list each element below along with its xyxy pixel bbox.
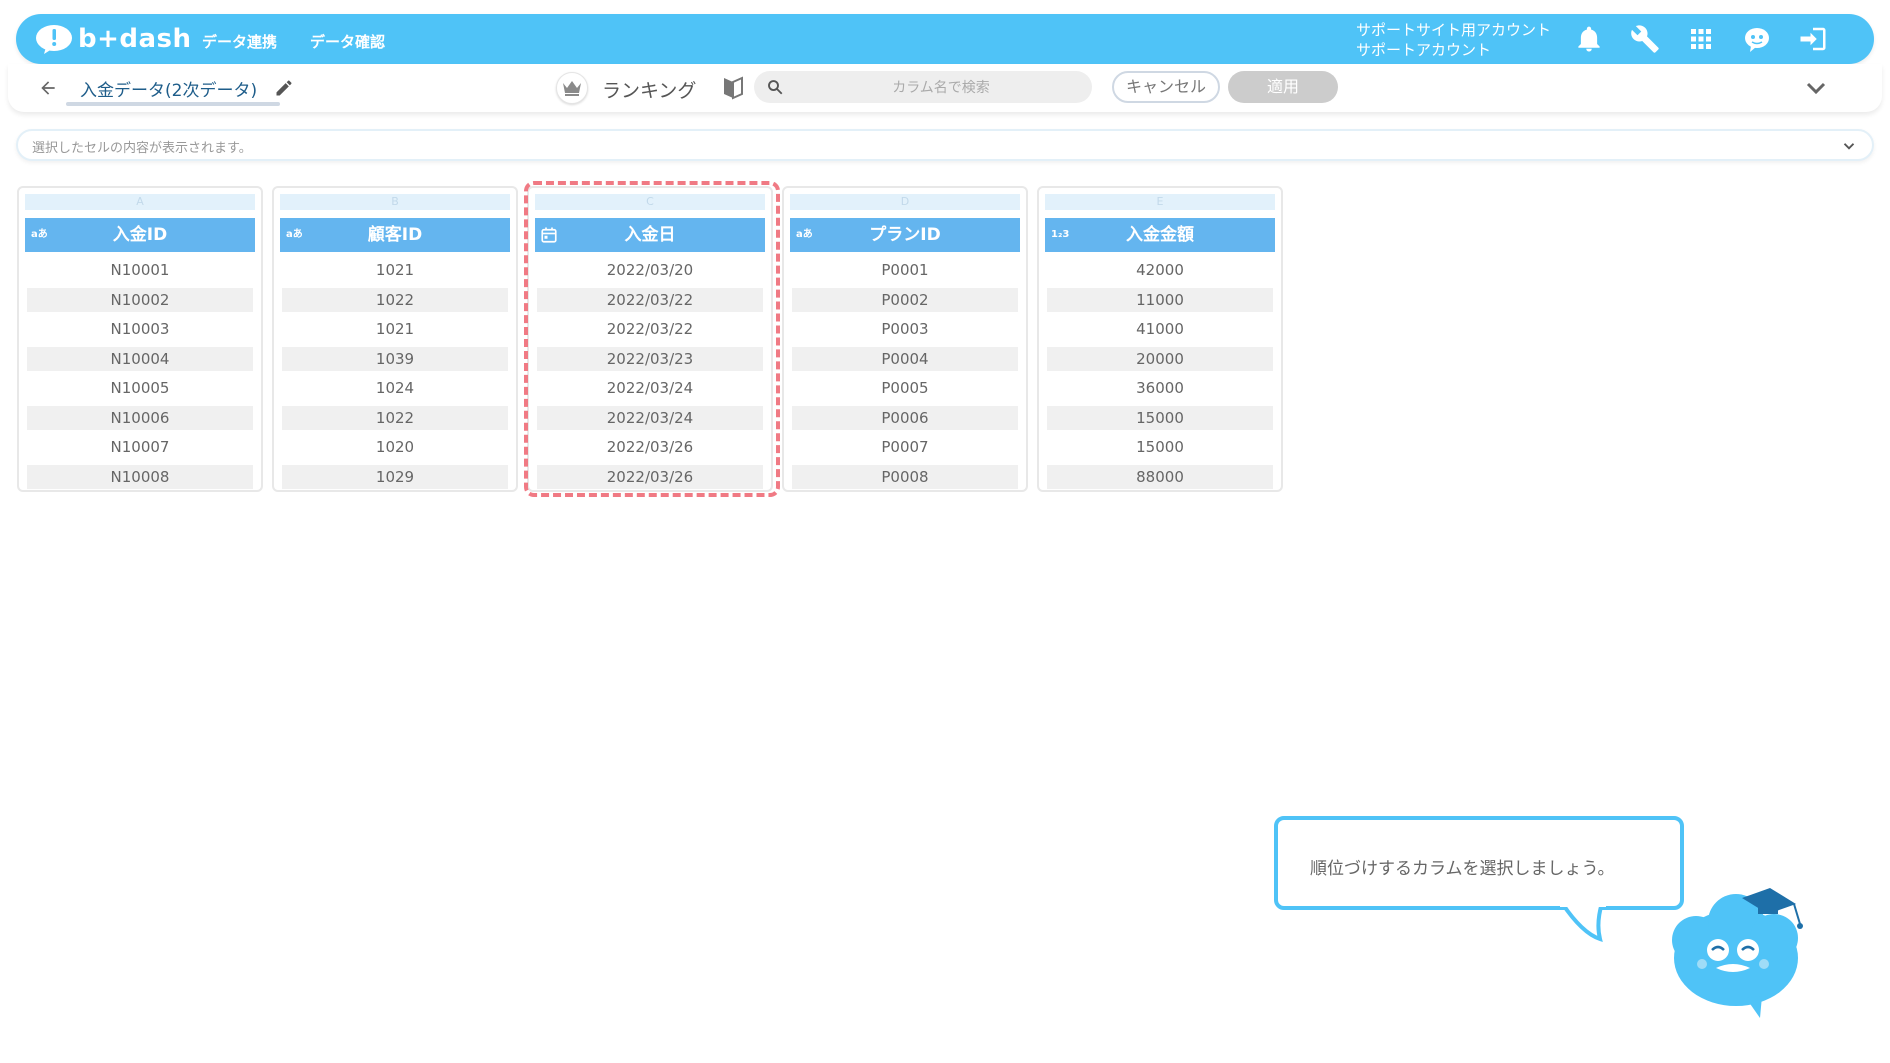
nav-data-integration[interactable]: データ連携: [202, 31, 277, 52]
cell[interactable]: P0008: [792, 464, 1018, 489]
guide-message: 順位づけするカラムを選択しましょう。: [1310, 859, 1615, 879]
cell[interactable]: N10003: [27, 317, 253, 341]
column-name: プランID: [869, 225, 941, 245]
cell[interactable]: 15000: [1047, 405, 1273, 430]
cell[interactable]: N10008: [27, 464, 253, 489]
column-b[interactable]: B aあ 顧客ID 1021 1022 1021 1039 1024 1022 …: [272, 186, 518, 492]
pencil-icon[interactable]: [274, 78, 294, 98]
column-letter: A: [25, 194, 255, 210]
wrench-icon[interactable]: [1630, 24, 1660, 54]
back-arrow-icon[interactable]: [38, 78, 58, 98]
cell[interactable]: 1022: [282, 405, 508, 430]
number-type-icon: 1₂3: [1051, 229, 1070, 240]
column-c-highlight: [524, 181, 780, 497]
cell-content-bar[interactable]: 選択したセルの内容が表示されます。: [16, 129, 1874, 161]
logo-cloud-icon: [36, 25, 72, 54]
cell[interactable]: P0001: [792, 258, 1018, 282]
cell[interactable]: 1021: [282, 317, 508, 341]
apply-button[interactable]: 適用: [1228, 71, 1338, 103]
cell[interactable]: P0007: [792, 435, 1018, 459]
text-type-icon: aあ: [796, 229, 813, 240]
bubble-tail: [1560, 903, 1606, 943]
column-rows: N10001 N10002 N10003 N10004 N10005 N1000…: [27, 258, 253, 494]
column-letter: E: [1045, 194, 1275, 210]
cell[interactable]: N10002: [27, 287, 253, 312]
text-type-icon: aあ: [286, 229, 303, 240]
expand-chevron-icon[interactable]: [1840, 137, 1858, 155]
column-letter: D: [790, 194, 1020, 210]
chevron-down-icon[interactable]: [1804, 76, 1828, 100]
column-rows: 1021 1022 1021 1039 1024 1022 1020 1029: [282, 258, 508, 494]
cell[interactable]: 42000: [1047, 258, 1273, 282]
logout-icon[interactable]: [1798, 24, 1828, 54]
cell[interactable]: N10005: [27, 376, 253, 400]
cell[interactable]: P0003: [792, 317, 1018, 341]
cell[interactable]: P0006: [792, 405, 1018, 430]
nav-data-check[interactable]: データ確認: [310, 31, 385, 52]
column-rows: 42000 11000 41000 20000 36000 15000 1500…: [1047, 258, 1273, 494]
cell[interactable]: 36000: [1047, 376, 1273, 400]
cell[interactable]: P0002: [792, 287, 1018, 312]
title-underline: [66, 102, 280, 106]
support-icon[interactable]: [1742, 24, 1772, 54]
ranking-toolbar: 入金データ(2次データ) ランキング キャンセル 適用: [8, 64, 1882, 112]
cell-content-placeholder: 選択したセルの内容が表示されます。: [32, 141, 252, 156]
cell[interactable]: 1021: [282, 258, 508, 282]
cancel-button[interactable]: キャンセル: [1112, 71, 1220, 103]
account-site-name: サポートサイト用アカウント: [1356, 21, 1552, 39]
column-search-input[interactable]: [794, 71, 1088, 105]
account-info[interactable]: サポートサイト用アカウント サポートアカウント: [1356, 20, 1551, 60]
top-navigation-bar: b+dash データ連携 データ確認 サポートサイト用アカウント サポートアカウ…: [16, 14, 1874, 64]
account-user-name: サポートアカウント: [1356, 41, 1492, 59]
column-letter: B: [280, 194, 510, 210]
bell-icon[interactable]: [1574, 24, 1604, 54]
logo-text: b+dash: [78, 24, 192, 54]
cell[interactable]: 15000: [1047, 435, 1273, 459]
column-header[interactable]: aあ プランID: [790, 218, 1020, 252]
column-d[interactable]: D aあ プランID P0001 P0002 P0003 P0004 P0005…: [782, 186, 1028, 492]
column-search-box: [754, 71, 1092, 105]
cell[interactable]: 88000: [1047, 464, 1273, 489]
column-name: 入金金額: [1126, 225, 1194, 245]
cell[interactable]: 1022: [282, 287, 508, 312]
crown-icon: [556, 72, 588, 104]
guide-speech-bubble: 順位づけするカラムを選択しましょう。: [1274, 816, 1684, 910]
data-title[interactable]: 入金データ(2次データ): [80, 76, 257, 101]
mascot-character-icon: [1672, 888, 1803, 1018]
cell[interactable]: N10001: [27, 258, 253, 282]
text-type-icon: aあ: [31, 229, 48, 240]
cell[interactable]: N10007: [27, 435, 253, 459]
column-header[interactable]: 1₂3 入金金額: [1045, 218, 1275, 252]
column-header[interactable]: aあ 入金ID: [25, 218, 255, 252]
cell[interactable]: N10006: [27, 405, 253, 430]
cell[interactable]: 1029: [282, 464, 508, 489]
cell[interactable]: 1039: [282, 346, 508, 371]
cell[interactable]: P0004: [792, 346, 1018, 371]
column-rows: P0001 P0002 P0003 P0004 P0005 P0006 P000…: [792, 258, 1018, 494]
cell[interactable]: 1024: [282, 376, 508, 400]
cell[interactable]: N10004: [27, 346, 253, 371]
cell[interactable]: 1020: [282, 435, 508, 459]
column-header[interactable]: aあ 顧客ID: [280, 218, 510, 252]
ranking-label: ランキング: [602, 80, 697, 102]
search-icon: [768, 80, 783, 95]
bdash-logo[interactable]: b+dash: [34, 22, 192, 56]
column-e[interactable]: E 1₂3 入金金額 42000 11000 41000 20000 36000…: [1037, 186, 1283, 492]
grid-icon[interactable]: [1686, 24, 1716, 54]
cell[interactable]: 20000: [1047, 346, 1273, 371]
column-a[interactable]: A aあ 入金ID N10001 N10002 N10003 N10004 N1…: [17, 186, 263, 492]
beginner-mark-icon[interactable]: [722, 76, 744, 100]
cell[interactable]: 41000: [1047, 317, 1273, 341]
cell[interactable]: P0005: [792, 376, 1018, 400]
column-name: 顧客ID: [367, 225, 423, 245]
column-name: 入金ID: [112, 225, 168, 245]
cell[interactable]: 11000: [1047, 287, 1273, 312]
